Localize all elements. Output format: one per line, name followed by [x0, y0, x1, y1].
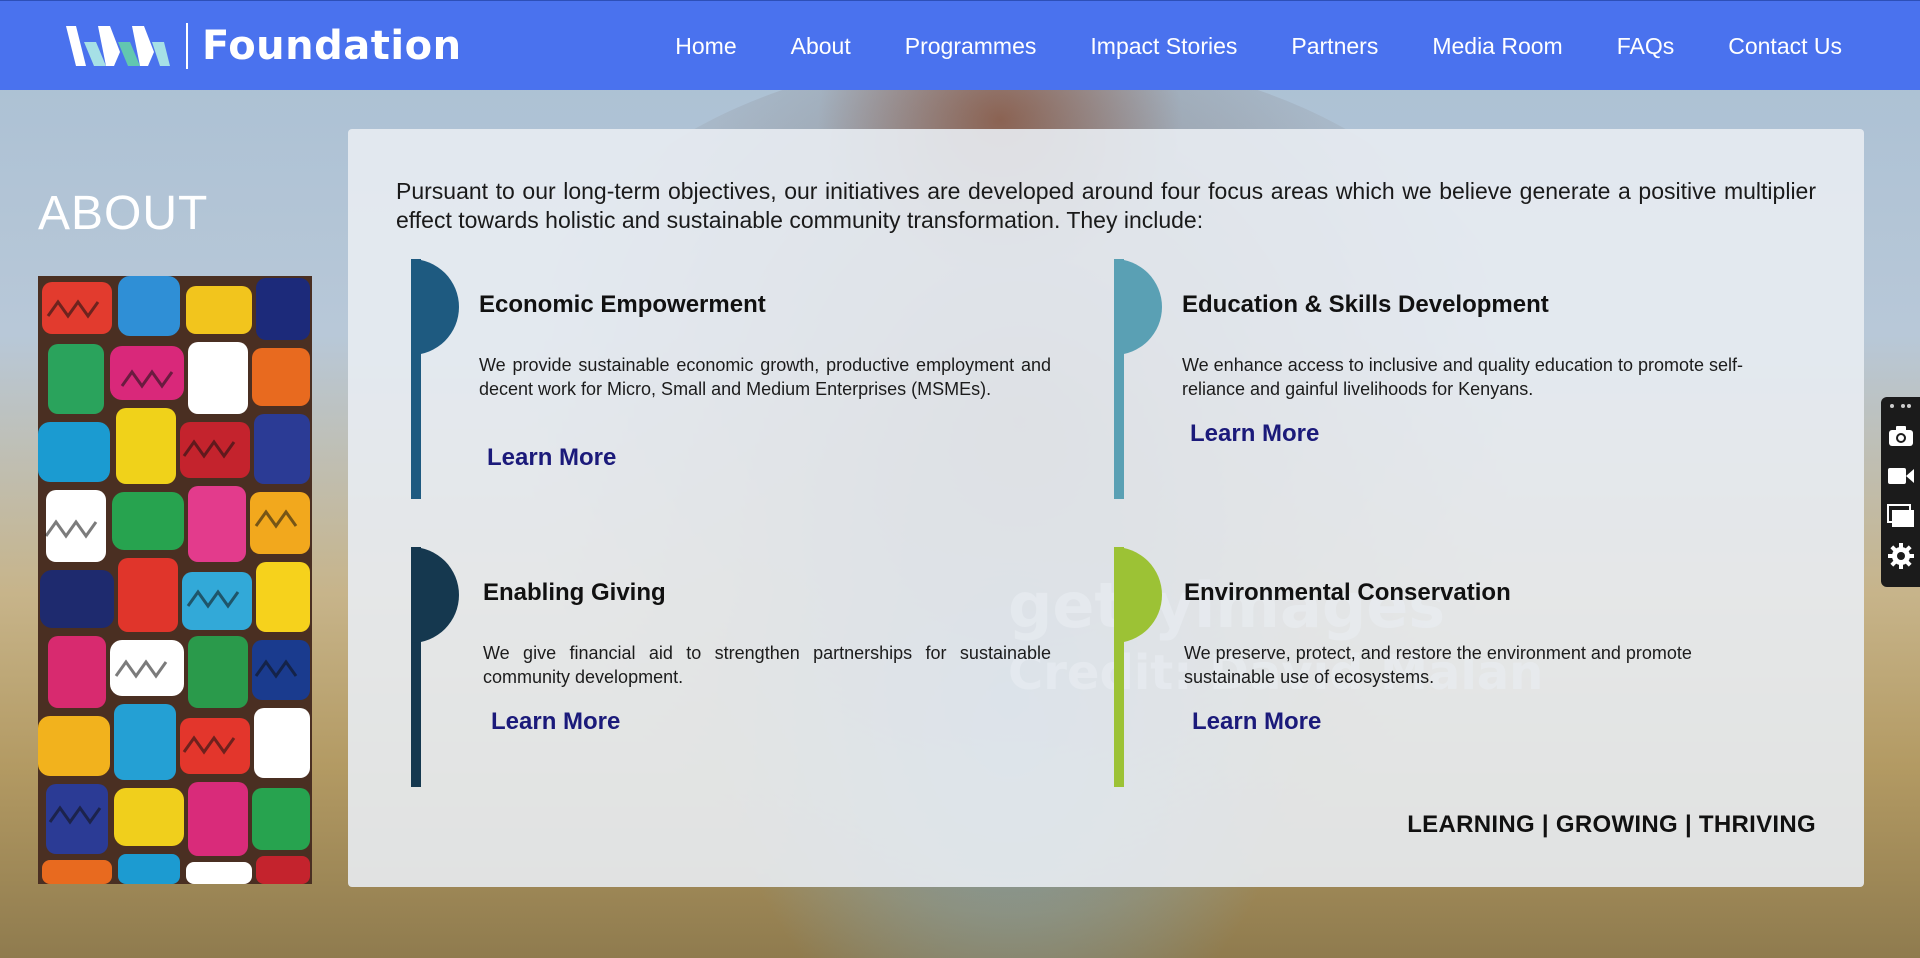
nav-about[interactable]: About — [791, 33, 851, 60]
nav-partners[interactable]: Partners — [1291, 33, 1378, 60]
nav-programmes[interactable]: Programmes — [905, 33, 1037, 60]
learn-more-link[interactable]: Learn More — [491, 708, 620, 736]
nav-media-room[interactable]: Media Room — [1432, 33, 1562, 60]
nav-faqs[interactable]: FAQs — [1617, 33, 1675, 60]
card-title: Enabling Giving — [483, 579, 666, 606]
card-accent-shape — [1114, 547, 1162, 643]
logo[interactable]: Foundation — [62, 21, 462, 71]
logo-text: Foundation — [202, 23, 462, 69]
main-nav: Home About Programmes Impact Stories Par… — [675, 1, 1842, 91]
floating-toolbar — [1881, 397, 1920, 587]
card-body: We give financial aid to strengthen part… — [483, 643, 1051, 687]
card-accent-shape — [411, 259, 459, 355]
learn-more-link[interactable]: Learn More — [1192, 708, 1321, 736]
learn-more-link[interactable]: Learn More — [487, 444, 616, 472]
toolbar-handle-icon[interactable] — [1889, 401, 1913, 411]
card-body: We preserve, protect, and restore the en… — [1184, 643, 1692, 687]
logo-mark-icon — [66, 26, 170, 66]
gear-icon[interactable] — [1886, 541, 1916, 571]
card-body: We provide sustainable economic growth, … — [479, 355, 1051, 399]
window-icon[interactable] — [1886, 501, 1916, 531]
focus-card-environmental-conservation: Environmental Conservation We preserve, … — [1114, 547, 1774, 787]
about-panel: Pursuant to our long-term objectives, ou… — [348, 129, 1864, 887]
nav-contact-us[interactable]: Contact Us — [1728, 33, 1842, 60]
card-accent-shape — [411, 547, 459, 643]
card-accent-shape — [1114, 259, 1162, 355]
page-title: ABOUT — [38, 187, 209, 240]
card-title: Environmental Conservation — [1184, 579, 1511, 606]
focus-card-economic-empowerment: Economic Empowerment We provide sustaina… — [411, 259, 1051, 499]
tagline: LEARNING | GROWING | THRIVING — [1407, 811, 1816, 838]
card-title: Economic Empowerment — [479, 291, 766, 318]
focus-card-education-skills: Education & Skills Development We enhanc… — [1114, 259, 1774, 499]
intro-paragraph: Pursuant to our long-term objectives, ou… — [396, 178, 1816, 233]
video-icon[interactable] — [1886, 461, 1916, 491]
logo-divider — [186, 23, 188, 69]
nav-home[interactable]: Home — [675, 33, 736, 60]
site-header: Foundation Home About Programmes Impact … — [0, 0, 1920, 90]
camera-icon[interactable] — [1886, 421, 1916, 451]
card-title: Education & Skills Development — [1182, 291, 1549, 318]
learn-more-link[interactable]: Learn More — [1190, 420, 1319, 448]
card-body: We enhance access to inclusive and quali… — [1182, 355, 1743, 399]
beaded-cuffs-image — [38, 276, 312, 884]
nav-impact-stories[interactable]: Impact Stories — [1090, 33, 1237, 60]
focus-card-enabling-giving: Enabling Giving We give financial aid to… — [411, 547, 1051, 787]
beads-illustration — [38, 276, 312, 884]
